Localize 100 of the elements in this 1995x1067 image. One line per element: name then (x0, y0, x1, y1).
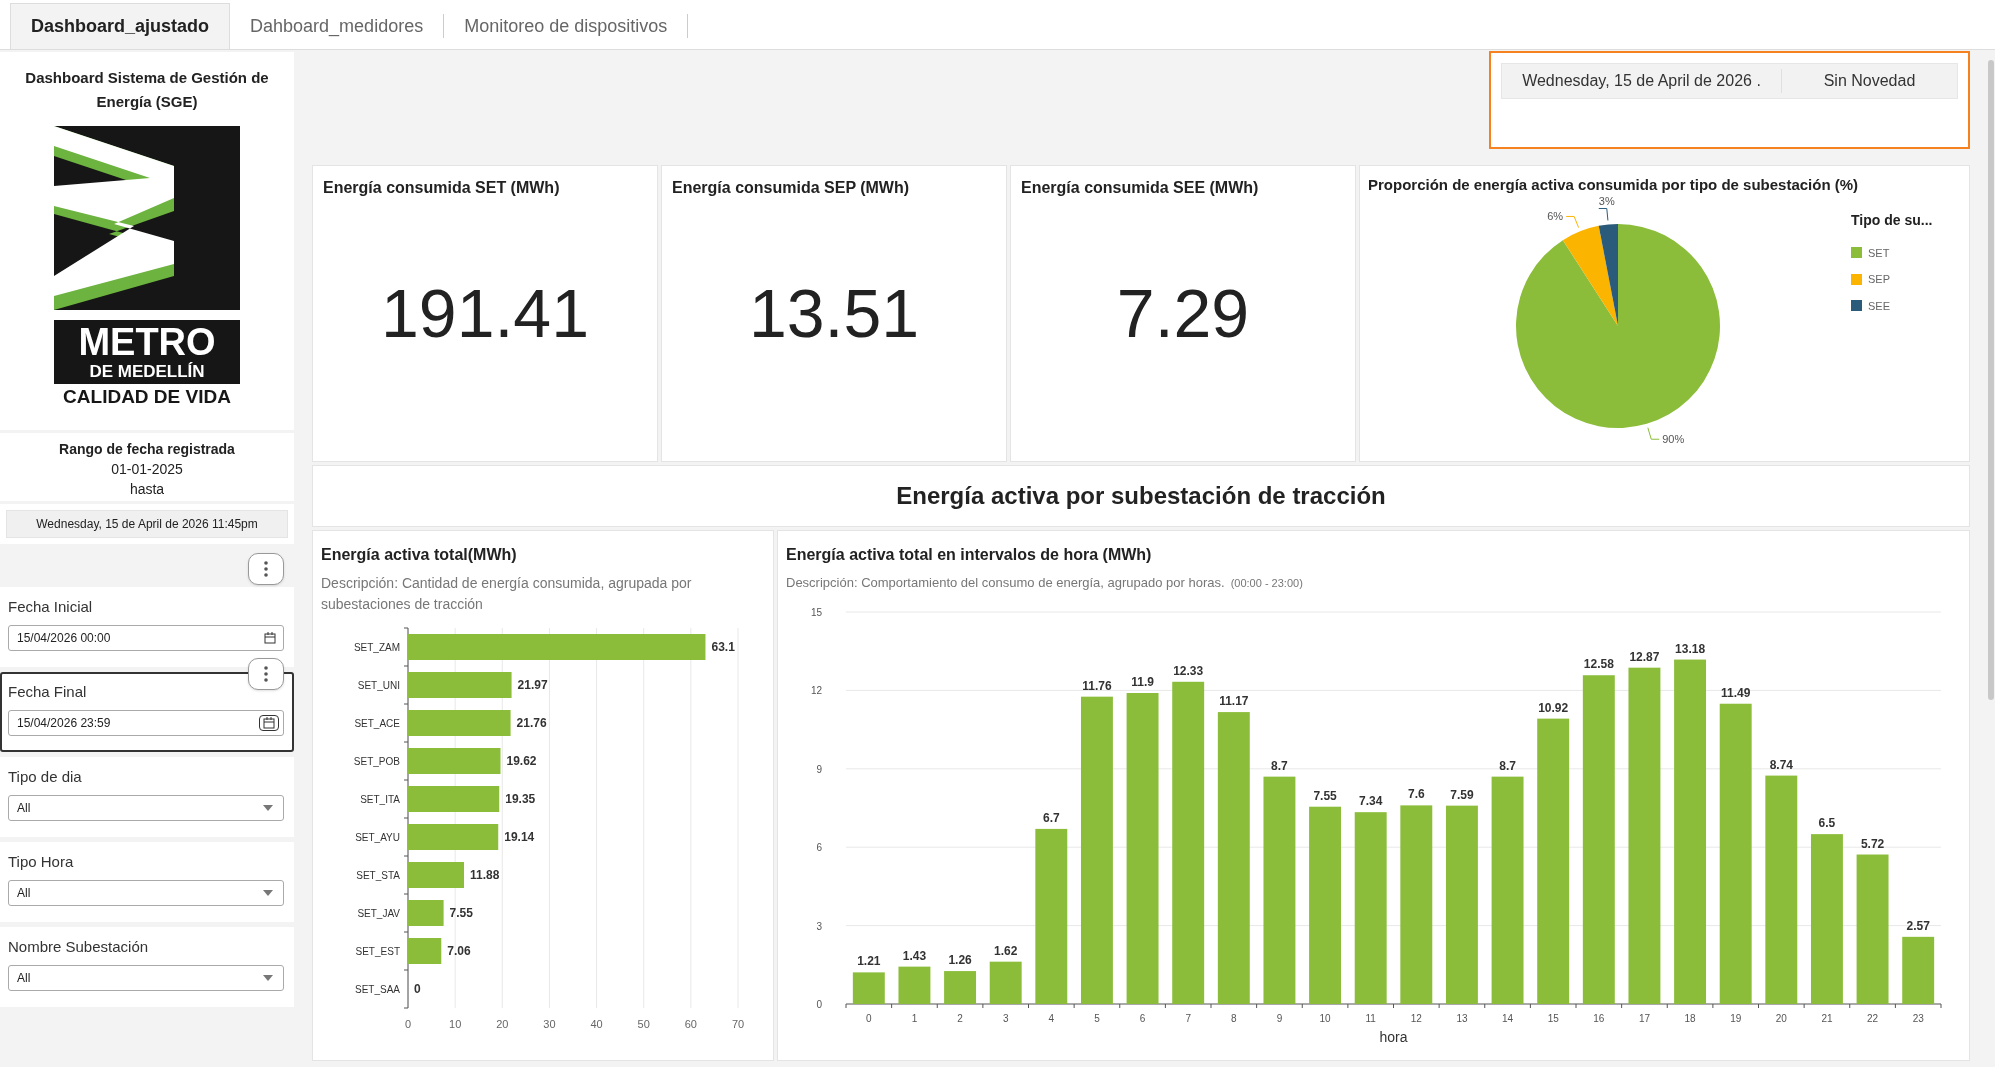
filter-label: Fecha Final (8, 682, 88, 702)
date-range-end: Wednesday, 15 de April de 2026 11:45pm (6, 510, 288, 538)
chart-description: Descripción: Comportamiento del consumo de energía, agrupado por horas. (786, 573, 1225, 592)
logo-mark-icon (54, 126, 240, 310)
range-note: (00:00 - 23:00) (1230, 575, 1303, 591)
chart-title: Proporción de energía activa consumida por tipo de subestación (%) (1368, 174, 1860, 195)
date-range-separator: hasta (129, 480, 165, 499)
tick-label: 10 (1319, 1013, 1331, 1024)
leader-line (1647, 427, 1660, 440)
chart-description: Descripción: Cantidad de energía consumida, agrupada por subestaciones de tracción (321, 573, 693, 614)
legend-title: Tipo de su... (1851, 210, 1934, 230)
section-title: Energía activa por subestación de tracción (896, 480, 1386, 511)
tick-label: 22 (1867, 1013, 1879, 1024)
bar (408, 861, 464, 888)
tick-label: 6 (816, 842, 822, 854)
data-label: 5.72 (1860, 836, 1885, 851)
leader-line (1598, 208, 1609, 222)
data-label: 10.92 (1538, 700, 1569, 715)
tick-label: 3 (816, 920, 822, 932)
chart-title: Energía activa total(MWh) (321, 544, 518, 565)
data-label: 11.49 (1721, 685, 1751, 700)
tick-label: 40 (590, 1017, 603, 1028)
logo-text: METRO (78, 322, 216, 362)
data-label: 12.58 (1583, 657, 1614, 672)
tick-label: 17 (1638, 1013, 1650, 1024)
data-label: 7.59 (1450, 787, 1474, 802)
filter-label: Fecha Inicial (8, 597, 94, 617)
category-label: SET_AYU (355, 831, 400, 843)
kpi-value: 13.51 (748, 274, 920, 354)
tick-label: 5 (1094, 1013, 1100, 1024)
tick-label: 9 (816, 763, 822, 775)
tick-label: 15 (1547, 1013, 1559, 1024)
data-label: 0 (414, 981, 421, 996)
tick-label: 23 (1912, 1013, 1924, 1024)
tick-label: 20 (496, 1017, 509, 1028)
status-text: Sin Novedad (1822, 71, 1917, 91)
tick-label: 13 (1456, 1013, 1468, 1024)
data-label: 13.18 (1675, 641, 1706, 656)
tick-label: 70 (731, 1017, 745, 1028)
data-label: 19.35 (505, 791, 536, 806)
tick-label: 3 (1002, 1013, 1009, 1024)
dropdown-field[interactable]: All (8, 965, 284, 991)
kpi-value: 191.41 (381, 274, 589, 354)
bar (944, 971, 977, 1004)
data-label: 12.87 (1629, 649, 1660, 664)
tick-label: 4 (1048, 1013, 1055, 1024)
tick-label: 0 (816, 999, 822, 1010)
tick-label: 12 (810, 685, 822, 697)
category-label: SET_POB (353, 755, 400, 767)
legend-label: SEP (1868, 272, 1890, 288)
caret-icon (263, 890, 273, 896)
calendar-icon[interactable] (264, 632, 276, 644)
tick-label: 6 (1139, 1013, 1146, 1024)
tick-label: 18 (1684, 1013, 1696, 1024)
data-label: 63.1 (711, 639, 735, 654)
data-label: 19.14 (504, 829, 535, 844)
tab[interactable]: Dashboard_ajustado (10, 3, 231, 49)
more-options-button[interactable] (248, 553, 284, 585)
tick-label: 1 (911, 1013, 918, 1024)
kpi-value: 7.29 (1116, 274, 1250, 354)
category-label: SET_ITA (360, 793, 400, 805)
data-label: 8.7 (1499, 758, 1516, 773)
scrollbar[interactable] (1988, 60, 1994, 700)
data-label: 7.55 (449, 905, 473, 920)
tick-label: 0 (404, 1017, 412, 1028)
caret-icon (263, 805, 273, 811)
caret-icon (263, 975, 273, 981)
data-label: 21.76 (516, 715, 547, 730)
category-label: SET_ZAM (353, 641, 400, 653)
tick-label: 15 (810, 607, 822, 618)
tick-label: 19 (1730, 1013, 1742, 1024)
tick-label: 50 (637, 1017, 650, 1028)
data-label: 1.62 (994, 943, 1018, 958)
tick-label: 30 (543, 1017, 556, 1028)
dashboard-title: Dashboard Sistema de Gestión de Energía (SGE) (24, 68, 270, 112)
date-field[interactable]: 15/04/2026 00:00 (8, 625, 284, 651)
tick-label: 7 (1185, 1013, 1191, 1024)
date-text: Wednesday, 15 de April de 2026 . (1502, 69, 1782, 93)
data-label: 12.33 (1173, 663, 1204, 678)
date-range-start: 01-01-2025 (111, 460, 183, 479)
data-label: 7.06 (447, 943, 471, 958)
tick-label: 0 (866, 1013, 872, 1024)
filter-label: Nombre Subestación (8, 937, 150, 957)
bar (1902, 936, 1935, 1004)
more-options-button[interactable] (248, 658, 284, 690)
filter-label: Tipo Hora (8, 852, 75, 872)
date-range-title: Rango de fecha registrada (59, 440, 235, 459)
axis-title: hora (1379, 1029, 1408, 1045)
dropdown-field[interactable]: All (8, 880, 284, 906)
category-label: SET_ACE (354, 717, 400, 729)
bar (989, 961, 1022, 1004)
category-label: SET_STA (356, 869, 400, 881)
bar (408, 899, 444, 926)
data-label: 7.55 (1313, 788, 1337, 803)
calendar-icon[interactable] (263, 717, 275, 729)
tick-label: 60 (684, 1017, 697, 1028)
tick-label: 9 (1276, 1013, 1283, 1024)
date-field[interactable]: 15/04/2026 23:59 (8, 710, 284, 736)
dropdown-field[interactable]: All (8, 795, 284, 821)
more-icon (264, 666, 268, 682)
